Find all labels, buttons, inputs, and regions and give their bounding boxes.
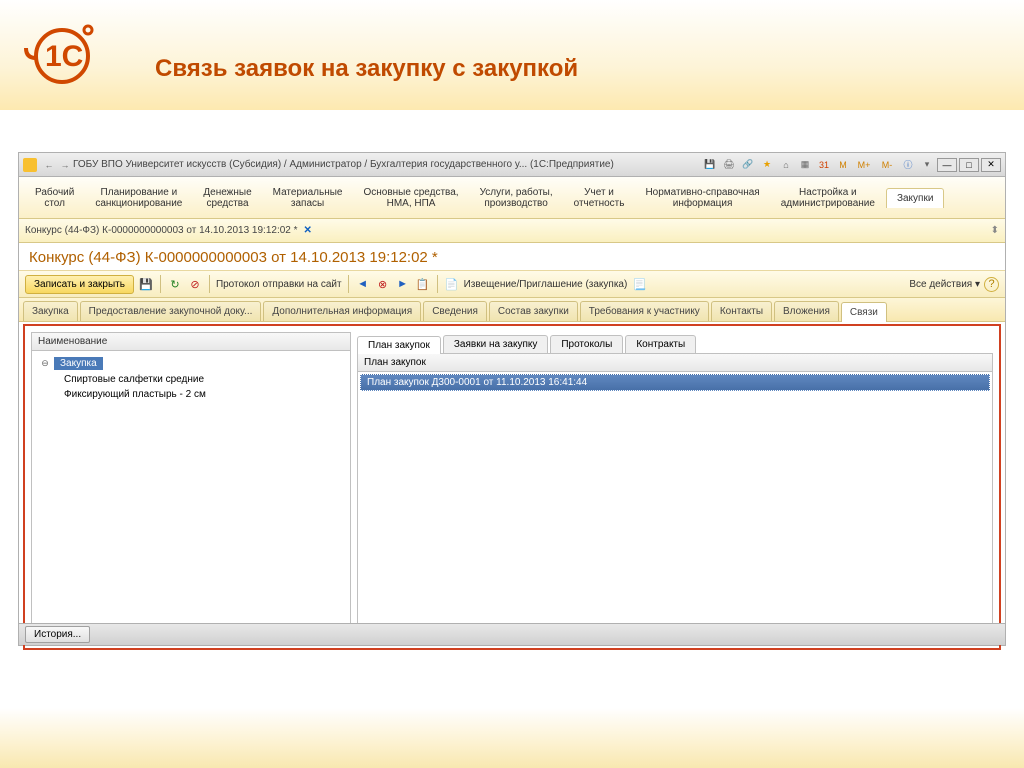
tree-root-label: Закупка (54, 357, 103, 370)
subtab-plan[interactable]: План закупок (357, 336, 441, 354)
star-icon[interactable]: ★ (759, 157, 775, 173)
subtab-protocols[interactable]: Протоколы (550, 335, 623, 353)
dropdown-icon[interactable]: ▾ (919, 157, 935, 173)
section-reference[interactable]: Нормативно-справочная информация (635, 183, 770, 213)
scroll-indicator-icon[interactable]: ⬍ (991, 225, 999, 236)
all-actions-button[interactable]: Все действия ▾ (909, 279, 980, 290)
tree-root-row[interactable]: ⊖ Закупка (36, 355, 346, 372)
refresh-icon[interactable]: ↻ (167, 276, 183, 292)
document-tab[interactable]: Конкурс (44-ФЗ) К-0000000000003 от 14.10… (25, 225, 312, 236)
save-doc-icon[interactable]: 💾 (138, 276, 154, 292)
tab-links[interactable]: Связи (841, 302, 887, 322)
list: План закупок Д300-0001 от 11.10.2013 16:… (358, 372, 992, 393)
section-admin[interactable]: Настройка и администрирование (771, 183, 886, 213)
tab-info[interactable]: Сведения (423, 301, 487, 321)
save-and-close-button[interactable]: Записать и закрыть (25, 275, 134, 294)
window-titlebar: ← → ГОБУ ВПО Университет искусств (Субси… (19, 153, 1005, 177)
app-window: ← → ГОБУ ВПО Университет искусств (Субси… (18, 152, 1006, 646)
tree-item[interactable]: Фиксирующий пластырь - 2 см (36, 387, 346, 402)
nav-right-icon[interactable]: ► (395, 276, 411, 292)
maximize-button[interactable]: □ (959, 158, 979, 172)
notice-link[interactable]: Извещение/Приглашение (закупка) (464, 279, 628, 290)
section-desktop[interactable]: Рабочий стол (25, 183, 85, 213)
tab-requirements[interactable]: Требования к участнику (580, 301, 709, 321)
page-icon[interactable]: 📃 (631, 276, 647, 292)
subtab-requests[interactable]: Заявки на закупку (443, 335, 548, 353)
close-tab-icon[interactable]: ✕ (304, 225, 312, 236)
app-icon (23, 158, 37, 172)
doc-icon[interactable]: 📄 (444, 276, 460, 292)
tab-purchase[interactable]: Закупка (23, 301, 78, 321)
tab-additional[interactable]: Дополнительная информация (263, 301, 421, 321)
tree-panel: Наименование ⊖ Закупка Спиртовые салфетк… (31, 332, 351, 642)
list-header: План закупок (358, 354, 992, 372)
content-area: Наименование ⊖ Закупка Спиртовые салфетк… (23, 324, 1001, 650)
svg-text:1С: 1С (45, 40, 83, 73)
stop-icon[interactable]: ⊗ (375, 276, 391, 292)
section-planning[interactable]: Планирование и санкционирование (85, 183, 193, 213)
section-services[interactable]: Услуги, работы, производство (470, 183, 564, 213)
help-icon[interactable]: ? (984, 277, 999, 292)
cancel-icon[interactable]: ⊘ (187, 276, 203, 292)
calc-icon[interactable]: ▦ (797, 157, 813, 173)
info-icon[interactable]: ⓘ (900, 157, 916, 173)
sub-content: План закупок План закупок Д300-0001 от 1… (357, 354, 993, 642)
subtab-contracts[interactable]: Контракты (625, 335, 696, 353)
details-panel: План закупок Заявки на закупку Протоколы… (357, 332, 993, 642)
section-money[interactable]: Денежные средства (193, 183, 262, 213)
tree: ⊖ Закупка Спиртовые салфетки средние Фик… (32, 351, 350, 406)
m-button[interactable]: M (835, 157, 851, 173)
document-title: Конкурс (44-ФЗ) К-0000000000003 от 14.10… (19, 243, 1005, 270)
m-minus-button[interactable]: M- (877, 157, 897, 173)
section-materials[interactable]: Материальные запасы (263, 183, 354, 213)
nav-back-icon[interactable]: ← (41, 157, 57, 173)
tree-item[interactable]: Спиртовые салфетки средние (36, 372, 346, 387)
statusbar: История... (19, 623, 1005, 645)
nav-forward-icon[interactable]: → (57, 157, 73, 173)
copy-icon[interactable]: 📋 (415, 276, 431, 292)
document-tab-label: Конкурс (44-ФЗ) К-0000000000003 от 14.10… (25, 225, 298, 236)
form-tabs: Закупка Предоставление закупочной доку..… (19, 298, 1005, 322)
tab-contacts[interactable]: Контакты (711, 301, 772, 321)
protocol-link[interactable]: Протокол отправки на сайт (216, 279, 342, 290)
toolbar: Записать и закрыть 💾 ↻ ⊘ Протокол отправ… (19, 270, 1005, 298)
save-icon[interactable]: 💾 (702, 157, 718, 173)
link-icon[interactable]: 🔗 (740, 157, 756, 173)
history-button[interactable]: История... (25, 626, 90, 643)
tab-docs[interactable]: Предоставление закупочной доку... (80, 301, 262, 321)
list-item[interactable]: План закупок Д300-0001 от 11.10.2013 16:… (360, 374, 990, 391)
collapse-icon[interactable]: ⊖ (40, 358, 50, 369)
tab-composition[interactable]: Состав закупки (489, 301, 578, 321)
calendar-icon[interactable]: 31 (816, 157, 832, 173)
sub-tabs: План закупок Заявки на закупку Протоколы… (357, 332, 993, 354)
home-icon[interactable]: ⌂ (778, 157, 794, 173)
section-bar: Рабочий стол Планирование и санкциониров… (19, 177, 1005, 219)
slide-footer (0, 708, 1024, 768)
print-icon[interactable]: 🖨 (721, 157, 737, 173)
section-accounting[interactable]: Учет и отчетность (564, 183, 636, 213)
document-tab-bar: Конкурс (44-ФЗ) К-0000000000003 от 14.10… (19, 219, 1005, 243)
minimize-button[interactable]: — (937, 158, 957, 172)
section-purchases[interactable]: Закупки (886, 188, 944, 208)
window-title: ГОБУ ВПО Университет искусств (Субсидия)… (73, 159, 702, 170)
nav-left-icon[interactable]: ◄ (355, 276, 371, 292)
m-plus-button[interactable]: M+ (854, 157, 874, 173)
close-button[interactable]: ✕ (981, 158, 1001, 172)
section-assets[interactable]: Основные средства, НМА, НПА (353, 183, 469, 213)
tree-header: Наименование (32, 333, 350, 351)
logo-1c: 1С (18, 18, 106, 86)
slide-header: 1С Связь заявок на закупку с закупкой (0, 0, 1024, 110)
tab-attachments[interactable]: Вложения (774, 301, 839, 321)
slide-title: Связь заявок на закупку с закупкой (155, 55, 578, 83)
